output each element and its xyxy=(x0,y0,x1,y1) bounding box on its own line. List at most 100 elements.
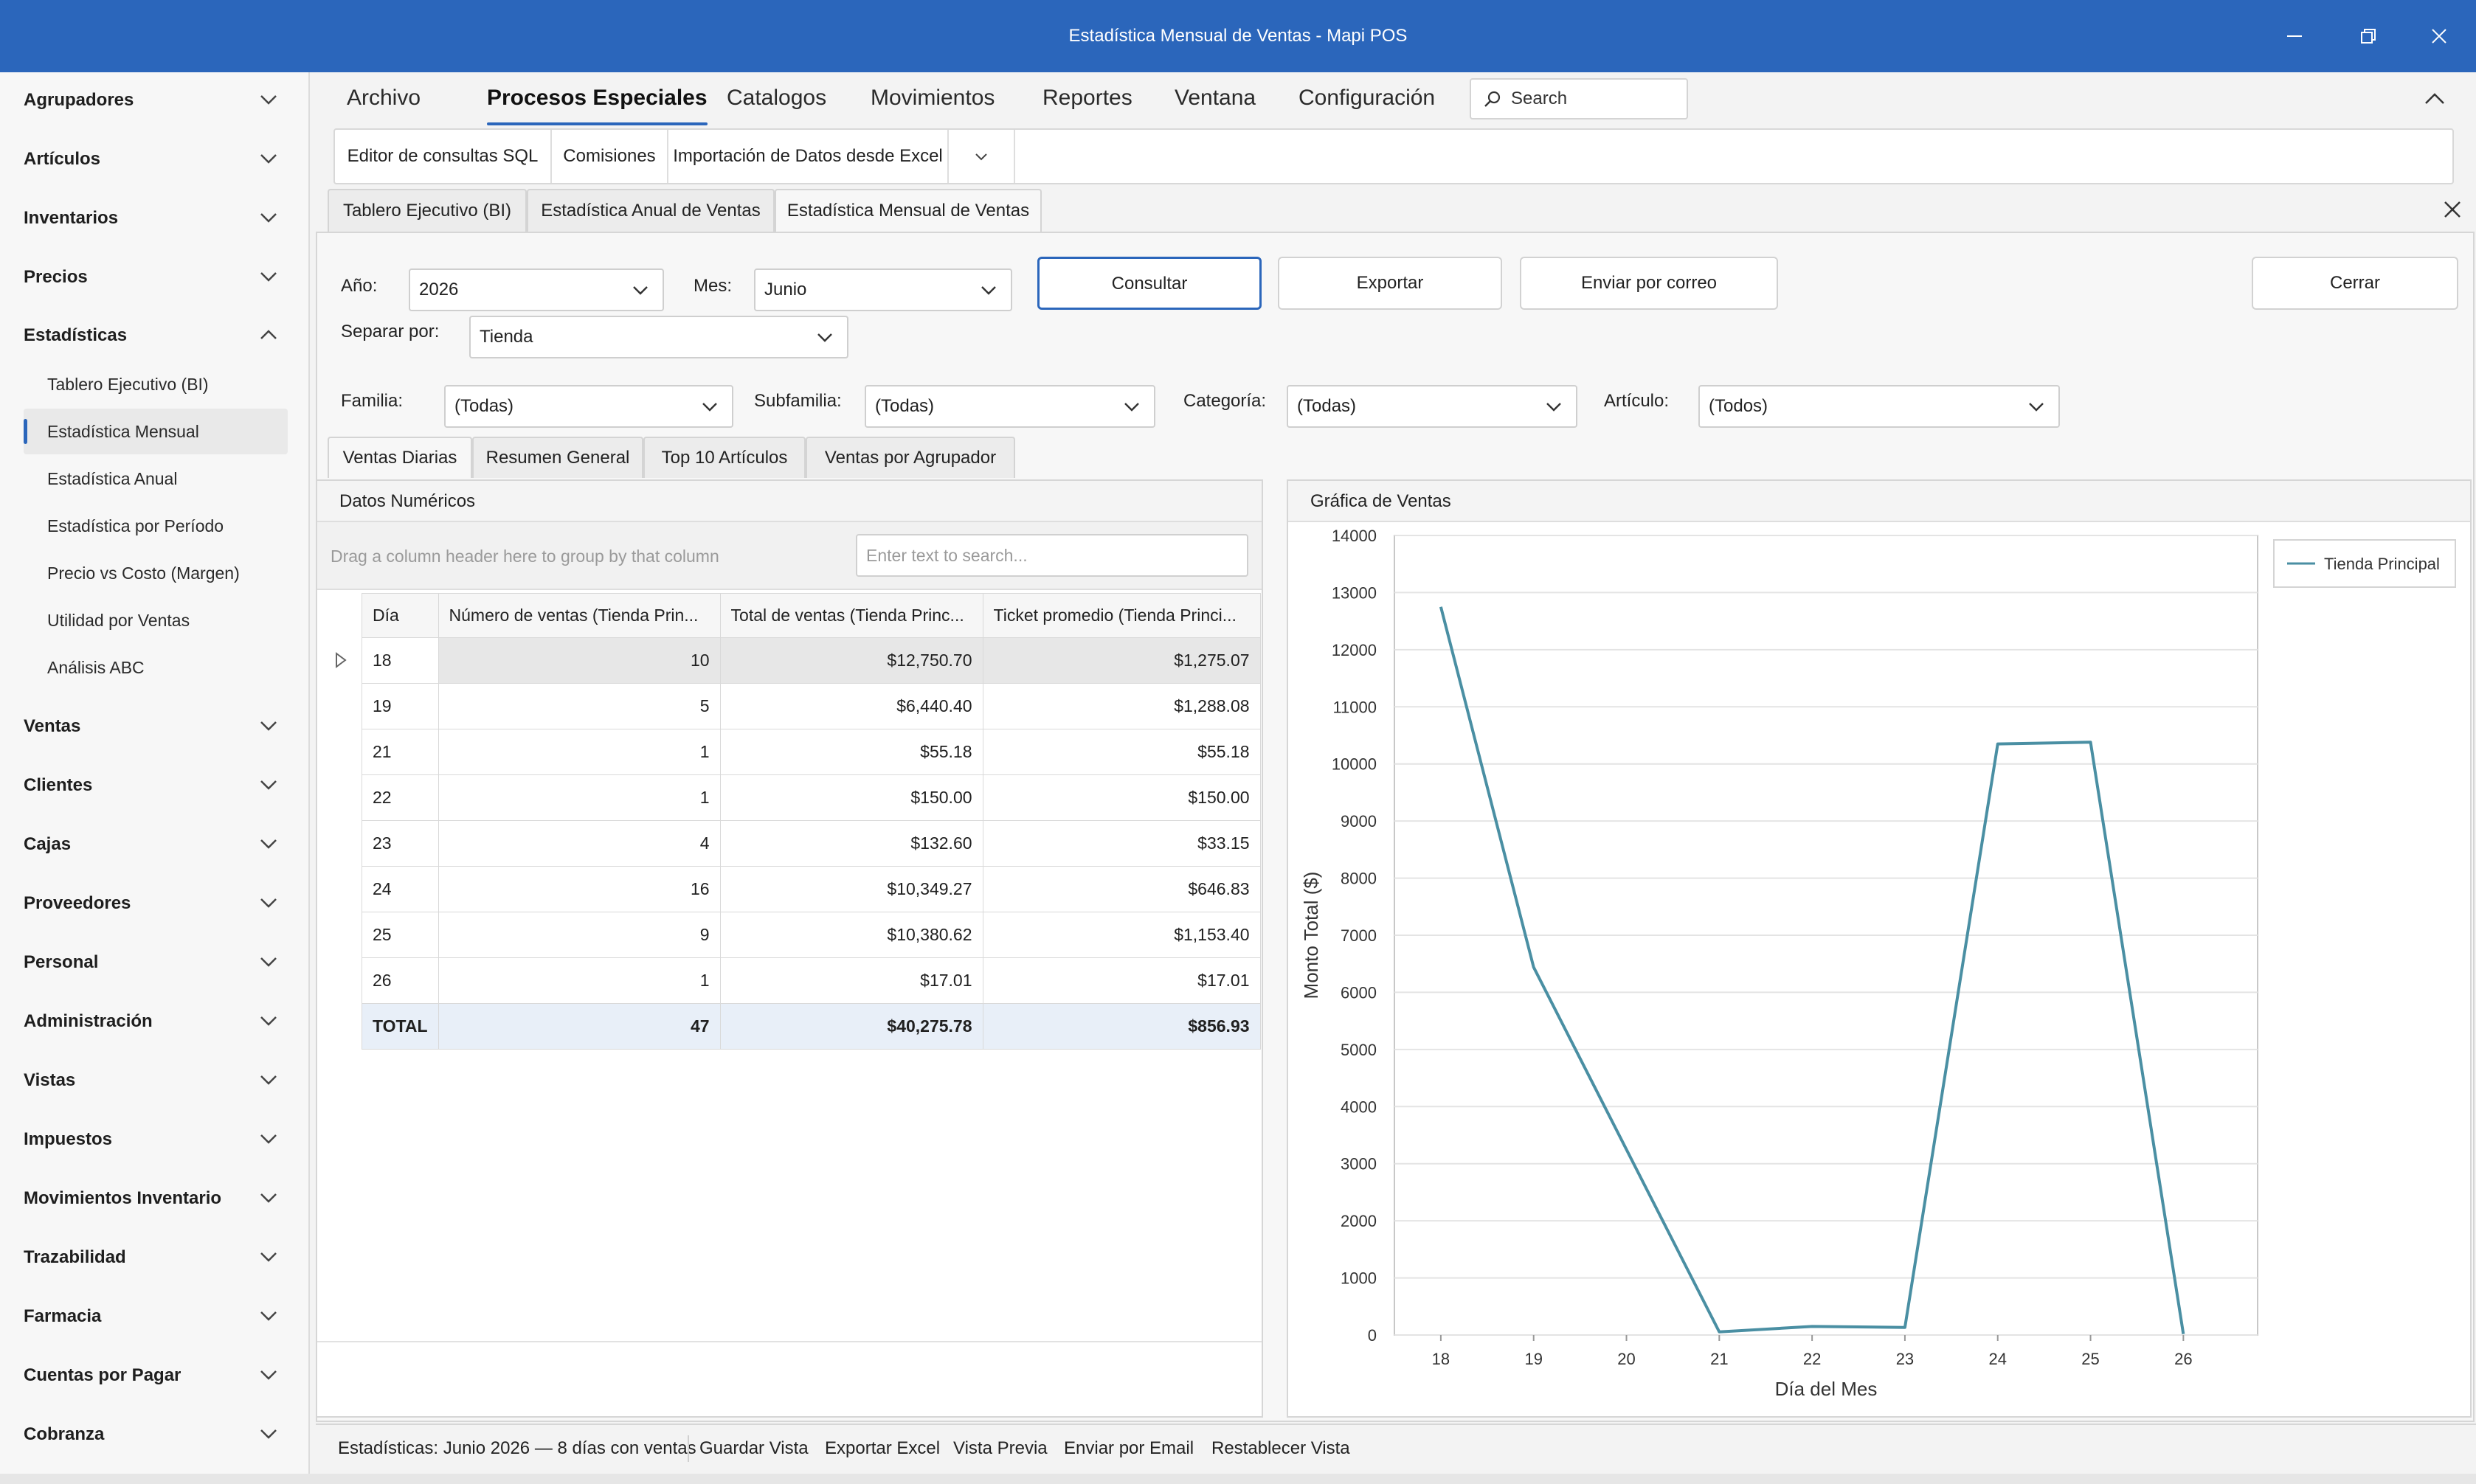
cell-numero[interactable]: 16 xyxy=(438,866,721,912)
tab-tablero-ejecutivo[interactable]: Tablero Ejecutivo (BI) xyxy=(328,189,527,232)
exportar-excel-button[interactable]: Exportar Excel xyxy=(825,1425,940,1472)
table-row[interactable]: 21 1 $55.18 $55.18 xyxy=(362,729,1261,775)
sidebar-group-proveedores[interactable]: Proveedores xyxy=(0,878,310,929)
minimize-button[interactable] xyxy=(2258,0,2331,72)
cell-numero[interactable]: 9 xyxy=(438,912,721,958)
sidebar-group-farmacia[interactable]: Farmacia xyxy=(0,1291,310,1342)
cell-ticket[interactable]: $1,275.07 xyxy=(982,637,1261,684)
cell-ticket[interactable]: $1,153.40 xyxy=(982,912,1261,958)
sidebar-group-personal[interactable]: Personal xyxy=(0,937,310,988)
table-row[interactable]: 19 5 $6,440.40 $1,288.08 xyxy=(362,683,1261,729)
collapse-ribbon-icon[interactable] xyxy=(2420,86,2449,111)
sidebar-group-inventarios[interactable]: Inventarios xyxy=(0,193,310,244)
sidebar-item-analisis-abc[interactable]: Análisis ABC xyxy=(0,645,310,690)
anio-select[interactable]: 2026 xyxy=(409,268,664,311)
cell-total[interactable]: $6,440.40 xyxy=(719,683,983,729)
cell-dia[interactable]: 23 xyxy=(362,820,439,867)
table-row[interactable]: 23 4 $132.60 $33.15 xyxy=(362,820,1261,867)
tab-resumen-general[interactable]: Resumen General xyxy=(472,437,643,478)
sidebar-group-articulos[interactable]: Artículos xyxy=(0,134,310,185)
cell-numero[interactable]: 1 xyxy=(438,729,721,775)
cell-total[interactable]: $12,750.70 xyxy=(719,637,983,684)
sidebar-group-movimientos-inventario[interactable]: Movimientos Inventario xyxy=(0,1173,310,1224)
table-row[interactable]: 22 1 $150.00 $150.00 xyxy=(362,774,1261,821)
close-tab-icon[interactable] xyxy=(2439,196,2466,223)
search-box[interactable]: Search xyxy=(1470,78,1688,119)
enviar-correo-button[interactable]: Enviar por correo xyxy=(1520,257,1778,310)
menu-movimientos[interactable]: Movimientos xyxy=(871,86,995,122)
cell-numero[interactable]: 5 xyxy=(438,683,721,729)
table-row[interactable]: 25 9 $10,380.62 $1,153.40 xyxy=(362,912,1261,958)
enviar-email-button[interactable]: Enviar por Email xyxy=(1064,1425,1194,1472)
vista-previa-button[interactable]: Vista Previa xyxy=(953,1425,1048,1472)
cell-dia[interactable]: 26 xyxy=(362,957,439,1004)
cell-ticket[interactable]: $150.00 xyxy=(982,774,1261,821)
sidebar-group-cajas[interactable]: Cajas xyxy=(0,819,310,870)
tab-ventas-diarias[interactable]: Ventas Diarias xyxy=(328,437,472,478)
menu-reportes[interactable]: Reportes xyxy=(1042,86,1132,122)
sidebar-group-impuestos[interactable]: Impuestos xyxy=(0,1114,310,1165)
cell-dia[interactable]: 25 xyxy=(362,912,439,958)
cell-total[interactable]: $150.00 xyxy=(719,774,983,821)
import-excel-button[interactable]: Importación de Datos desde Excel xyxy=(668,130,949,183)
familia-select[interactable]: (Todas) xyxy=(444,385,733,428)
cell-ticket[interactable]: $1,288.08 xyxy=(982,683,1261,729)
column-header-ticket-promedio[interactable]: Ticket promedio (Tienda Princi... xyxy=(982,593,1261,638)
tab-estadistica-mensual[interactable]: Estadística Mensual de Ventas xyxy=(775,189,1042,233)
sidebar-group-precios[interactable]: Precios xyxy=(0,252,310,303)
categoria-select[interactable]: (Todas) xyxy=(1287,385,1577,428)
sidebar-item-estadistica-periodo[interactable]: Estadística por Período xyxy=(0,503,310,549)
comisiones-button[interactable]: Comisiones xyxy=(552,130,668,183)
sidebar-group-cobranza[interactable]: Cobranza xyxy=(0,1409,310,1460)
menu-archivo[interactable]: Archivo xyxy=(347,86,421,122)
menu-configuracion[interactable]: Configuración xyxy=(1298,86,1435,122)
cell-dia[interactable]: 22 xyxy=(362,774,439,821)
cell-numero[interactable]: 1 xyxy=(438,774,721,821)
cell-dia[interactable]: 21 xyxy=(362,729,439,775)
sidebar-group-ventas[interactable]: Ventas xyxy=(0,701,310,752)
menu-ventana[interactable]: Ventana xyxy=(1175,86,1256,122)
restore-button[interactable] xyxy=(2331,0,2405,72)
subfamilia-select[interactable]: (Todas) xyxy=(865,385,1155,428)
cell-total[interactable]: $17.01 xyxy=(719,957,983,1004)
tab-top-10-articulos[interactable]: Top 10 Artículos xyxy=(643,437,806,478)
cell-dia[interactable]: 18 xyxy=(362,637,439,684)
cell-dia[interactable]: 19 xyxy=(362,683,439,729)
sidebar-group-agrupadores[interactable]: Agrupadores xyxy=(0,74,310,126)
column-header-numero-ventas[interactable]: Número de ventas (Tienda Prin... xyxy=(438,593,721,638)
cell-ticket[interactable]: $55.18 xyxy=(982,729,1261,775)
mes-select[interactable]: Junio xyxy=(754,268,1012,311)
cell-ticket[interactable]: $17.01 xyxy=(982,957,1261,1004)
menu-procesos-especiales[interactable]: Procesos Especiales xyxy=(487,86,708,125)
cell-dia[interactable]: 24 xyxy=(362,866,439,912)
table-row[interactable]: 18 10 $12,750.70 $1,275.07 xyxy=(362,637,1261,684)
ribbon-more-button[interactable] xyxy=(949,130,1015,183)
articulo-select[interactable]: (Todos) xyxy=(1698,385,2060,428)
sidebar-group-estadisticas[interactable]: Estadísticas xyxy=(0,310,310,361)
exportar-button[interactable]: Exportar xyxy=(1278,257,1502,310)
cell-numero[interactable]: 1 xyxy=(438,957,721,1004)
sidebar-group-cuentas-por-pagar[interactable]: Cuentas por Pagar xyxy=(0,1350,310,1401)
column-header-total-ventas[interactable]: Total de ventas (Tienda Princ... xyxy=(719,593,983,638)
table-row[interactable]: 24 16 $10,349.27 $646.83 xyxy=(362,866,1261,912)
separar-select[interactable]: Tienda xyxy=(469,316,848,358)
cell-total[interactable]: $10,380.62 xyxy=(719,912,983,958)
sidebar-group-trazabilidad[interactable]: Trazabilidad xyxy=(0,1232,310,1283)
consultar-button[interactable]: Consultar xyxy=(1037,257,1262,310)
close-window-button[interactable] xyxy=(2402,0,2476,72)
sql-editor-button[interactable]: Editor de consultas SQL xyxy=(335,130,552,183)
sidebar-group-vistas[interactable]: Vistas xyxy=(0,1055,310,1106)
cell-ticket[interactable]: $33.15 xyxy=(982,820,1261,867)
cell-total[interactable]: $132.60 xyxy=(719,820,983,867)
sidebar-item-estadistica-mensual[interactable]: Estadística Mensual xyxy=(24,409,288,454)
sidebar-item-precio-vs-costo[interactable]: Precio vs Costo (Margen) xyxy=(0,550,310,596)
tab-ventas-por-agrupador[interactable]: Ventas por Agrupador xyxy=(806,437,1015,478)
tab-estadistica-anual[interactable]: Estadística Anual de Ventas xyxy=(527,189,775,232)
cell-numero[interactable]: 4 xyxy=(438,820,721,867)
column-header-dia[interactable]: Día xyxy=(362,593,439,638)
grid-search-input[interactable]: Enter text to search... xyxy=(856,534,1248,577)
sidebar-item-estadistica-anual[interactable]: Estadística Anual xyxy=(0,456,310,502)
menu-catalogos[interactable]: Catalogos xyxy=(727,86,826,122)
sidebar-item-tablero-ejecutivo[interactable]: Tablero Ejecutivo (BI) xyxy=(0,361,310,407)
table-row[interactable]: 26 1 $17.01 $17.01 xyxy=(362,957,1261,1004)
